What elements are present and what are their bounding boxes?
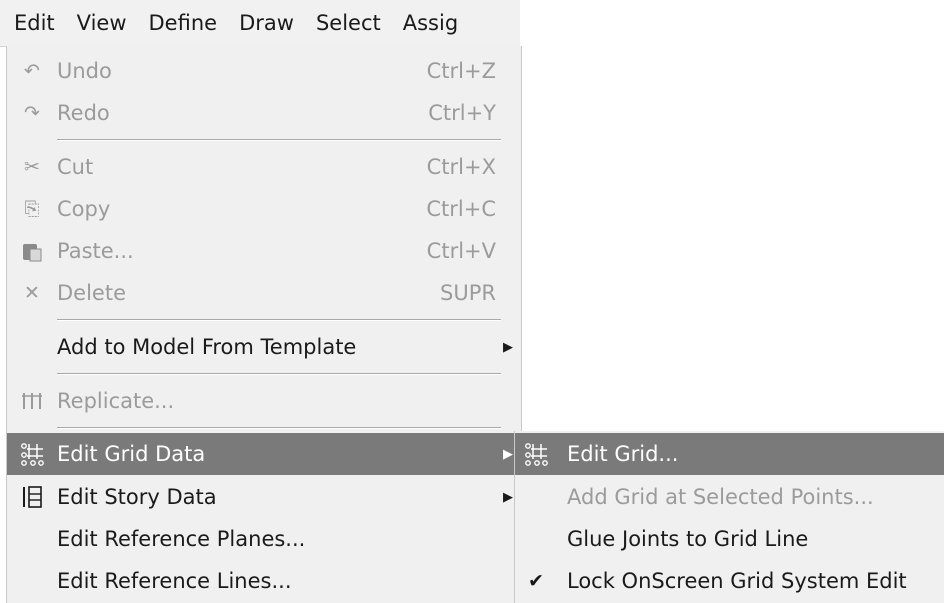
menu-item-label: Edit Story Data xyxy=(57,485,217,509)
menu-select[interactable]: Select xyxy=(305,11,392,35)
menu-draw[interactable]: Draw xyxy=(228,11,305,35)
submenu-arrow-icon: ▶ xyxy=(503,339,513,355)
paste-icon xyxy=(15,230,49,272)
menu-item-label: Edit Reference Planes... xyxy=(57,527,306,551)
delete-icon: ✕ xyxy=(24,282,40,304)
menu-item-label: Delete xyxy=(57,281,126,305)
menu-item-label: Edit Reference Lines... xyxy=(57,569,292,593)
menu-item-shortcut: Ctrl+C xyxy=(426,197,496,221)
menu-item-label: Copy xyxy=(57,197,111,221)
redo-icon: ↷ xyxy=(24,102,40,124)
menu-item-shortcut: Ctrl+Z xyxy=(426,59,496,83)
menu-item-edit-reference-planes[interactable]: Edit Reference Planes... xyxy=(7,518,521,560)
menu-item-shortcut: Ctrl+Y xyxy=(428,101,496,125)
menu-item-label: Cut xyxy=(57,155,94,179)
menu-item-label: Add to Model From Template xyxy=(57,335,357,359)
menu-item-shortcut: Ctrl+V xyxy=(426,239,496,263)
menu-item-delete[interactable]: ✕ Delete SUPR xyxy=(7,272,521,314)
replicate-icon xyxy=(15,380,49,422)
menu-item-replicate[interactable]: Replicate... xyxy=(7,380,521,422)
menu-separator xyxy=(57,139,501,141)
menu-item-cut[interactable]: ✂ Cut Ctrl+X xyxy=(7,146,521,188)
submenu-item-glue-joints[interactable]: Glue Joints to Grid Line xyxy=(515,518,944,560)
menu-item-redo[interactable]: ↷ Redo Ctrl+Y xyxy=(7,92,521,134)
menu-item-label: Paste... xyxy=(57,239,134,263)
menu-define[interactable]: Define xyxy=(138,11,229,35)
menu-item-shortcut: SUPR xyxy=(440,281,496,305)
menu-item-add-from-template[interactable]: Add to Model From Template ▶ xyxy=(7,326,521,368)
copy-icon: ⎘ xyxy=(24,198,40,220)
menu-separator xyxy=(57,373,501,375)
submenu-item-lock-grid-edit[interactable]: ✔ Lock OnScreen Grid System Edit xyxy=(515,560,944,602)
menu-edit[interactable]: Edit xyxy=(0,11,66,35)
menu-item-shortcut: Ctrl+X xyxy=(426,155,496,179)
menu-item-label: Replicate... xyxy=(57,389,175,413)
menu-separator xyxy=(57,319,501,321)
checkmark-icon: ✔ xyxy=(528,570,544,592)
menu-item-label: Redo xyxy=(57,101,110,125)
menu-item-label: Undo xyxy=(57,59,112,83)
submenu-item-label: Glue Joints to Grid Line xyxy=(567,527,809,551)
submenu-item-label: Edit Grid... xyxy=(567,442,679,466)
grid-icon xyxy=(519,433,553,475)
menu-item-edit-grid-data[interactable]: Edit Grid Data ▶ xyxy=(7,433,521,475)
submenu-arrow-icon: ▶ xyxy=(503,446,513,462)
submenu-arrow-icon: ▶ xyxy=(503,489,513,505)
menu-item-undo[interactable]: ↶ Undo Ctrl+Z xyxy=(7,50,521,92)
grid-icon xyxy=(15,433,49,475)
menu-item-paste[interactable]: Paste... Ctrl+V xyxy=(7,230,521,272)
grid-submenu: Edit Grid... Add Grid at Selected Points… xyxy=(514,431,944,603)
menu-view[interactable]: View xyxy=(66,11,138,35)
menu-assign[interactable]: Assig xyxy=(392,11,469,35)
submenu-item-edit-grid[interactable]: Edit Grid... xyxy=(515,433,944,475)
menu-separator xyxy=(57,427,501,429)
submenu-item-label: Lock OnScreen Grid System Edit xyxy=(567,569,907,593)
submenu-item-label: Add Grid at Selected Points... xyxy=(567,485,874,509)
story-icon xyxy=(15,476,49,518)
menu-item-edit-reference-lines[interactable]: Edit Reference Lines... xyxy=(7,560,521,602)
edit-menu-dropdown: ↶ Undo Ctrl+Z ↷ Redo Ctrl+Y ✂ Cut Ctrl+X… xyxy=(6,46,522,603)
menu-bar: Edit View Define Draw Select Assig xyxy=(0,0,520,47)
submenu-item-add-grid-at-points[interactable]: Add Grid at Selected Points... xyxy=(515,476,944,518)
menu-item-label: Edit Grid Data xyxy=(57,442,206,466)
undo-icon: ↶ xyxy=(24,60,40,82)
cut-icon: ✂ xyxy=(24,156,40,178)
menu-item-copy[interactable]: ⎘ Copy Ctrl+C xyxy=(7,188,521,230)
menu-item-edit-story-data[interactable]: Edit Story Data ▶ xyxy=(7,476,521,518)
